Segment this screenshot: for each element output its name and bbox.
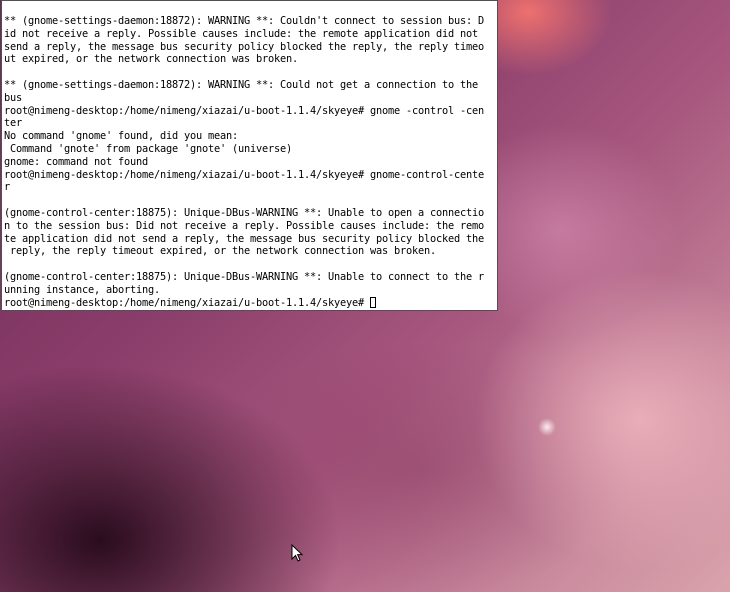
- text-cursor-block-icon: [369, 296, 376, 308]
- terminal-line: No command 'gnome' found, did you mean:: [4, 130, 238, 143]
- terminal-line: root@nimeng-desktop:/home/nimeng/xiazai/…: [4, 168, 484, 181]
- terminal-output: ** (gnome-settings-daemon:18872): WARNIN…: [4, 15, 495, 309]
- terminal-prompt[interactable]: root@nimeng-desktop:/home/nimeng/xiazai/…: [4, 297, 370, 309]
- terminal-line: send a reply, the message bus security p…: [4, 40, 484, 53]
- terminal-line: unning instance, aborting.: [4, 283, 160, 296]
- wallpaper-light-spot: [538, 418, 556, 436]
- terminal-line: (gnome-control-center:18875): Unique-DBu…: [4, 270, 484, 283]
- terminal-line: te application did not send a reply, the…: [4, 232, 484, 245]
- terminal-line: r: [4, 181, 10, 194]
- terminal-line: gnome: command not found: [4, 155, 148, 168]
- terminal-line: ** (gnome-settings-daemon:18872): WARNIN…: [4, 15, 484, 27]
- desktop-background[interactable]: ** (gnome-settings-daemon:18872): WARNIN…: [0, 0, 730, 592]
- terminal-line: bus: [4, 91, 22, 104]
- terminal-line: Command 'gnote' from package 'gnote' (un…: [4, 142, 292, 155]
- terminal-window[interactable]: ** (gnome-settings-daemon:18872): WARNIN…: [1, 0, 498, 311]
- terminal-line: ** (gnome-settings-daemon:18872): WARNIN…: [4, 78, 478, 91]
- terminal-line: n to the session bus: Did not receive a …: [4, 219, 484, 232]
- terminal-line: ter: [4, 117, 22, 130]
- terminal-line: reply, the reply timeout expired, or the…: [4, 245, 436, 258]
- mouse-pointer-icon: [291, 544, 303, 562]
- terminal-line: ut expired, or the network connection wa…: [4, 53, 298, 66]
- terminal-line: root@nimeng-desktop:/home/nimeng/xiazai/…: [4, 104, 484, 117]
- terminal-line: (gnome-control-center:18875): Unique-DBu…: [4, 206, 484, 219]
- terminal-line: id not receive a reply. Possible causes …: [4, 27, 478, 40]
